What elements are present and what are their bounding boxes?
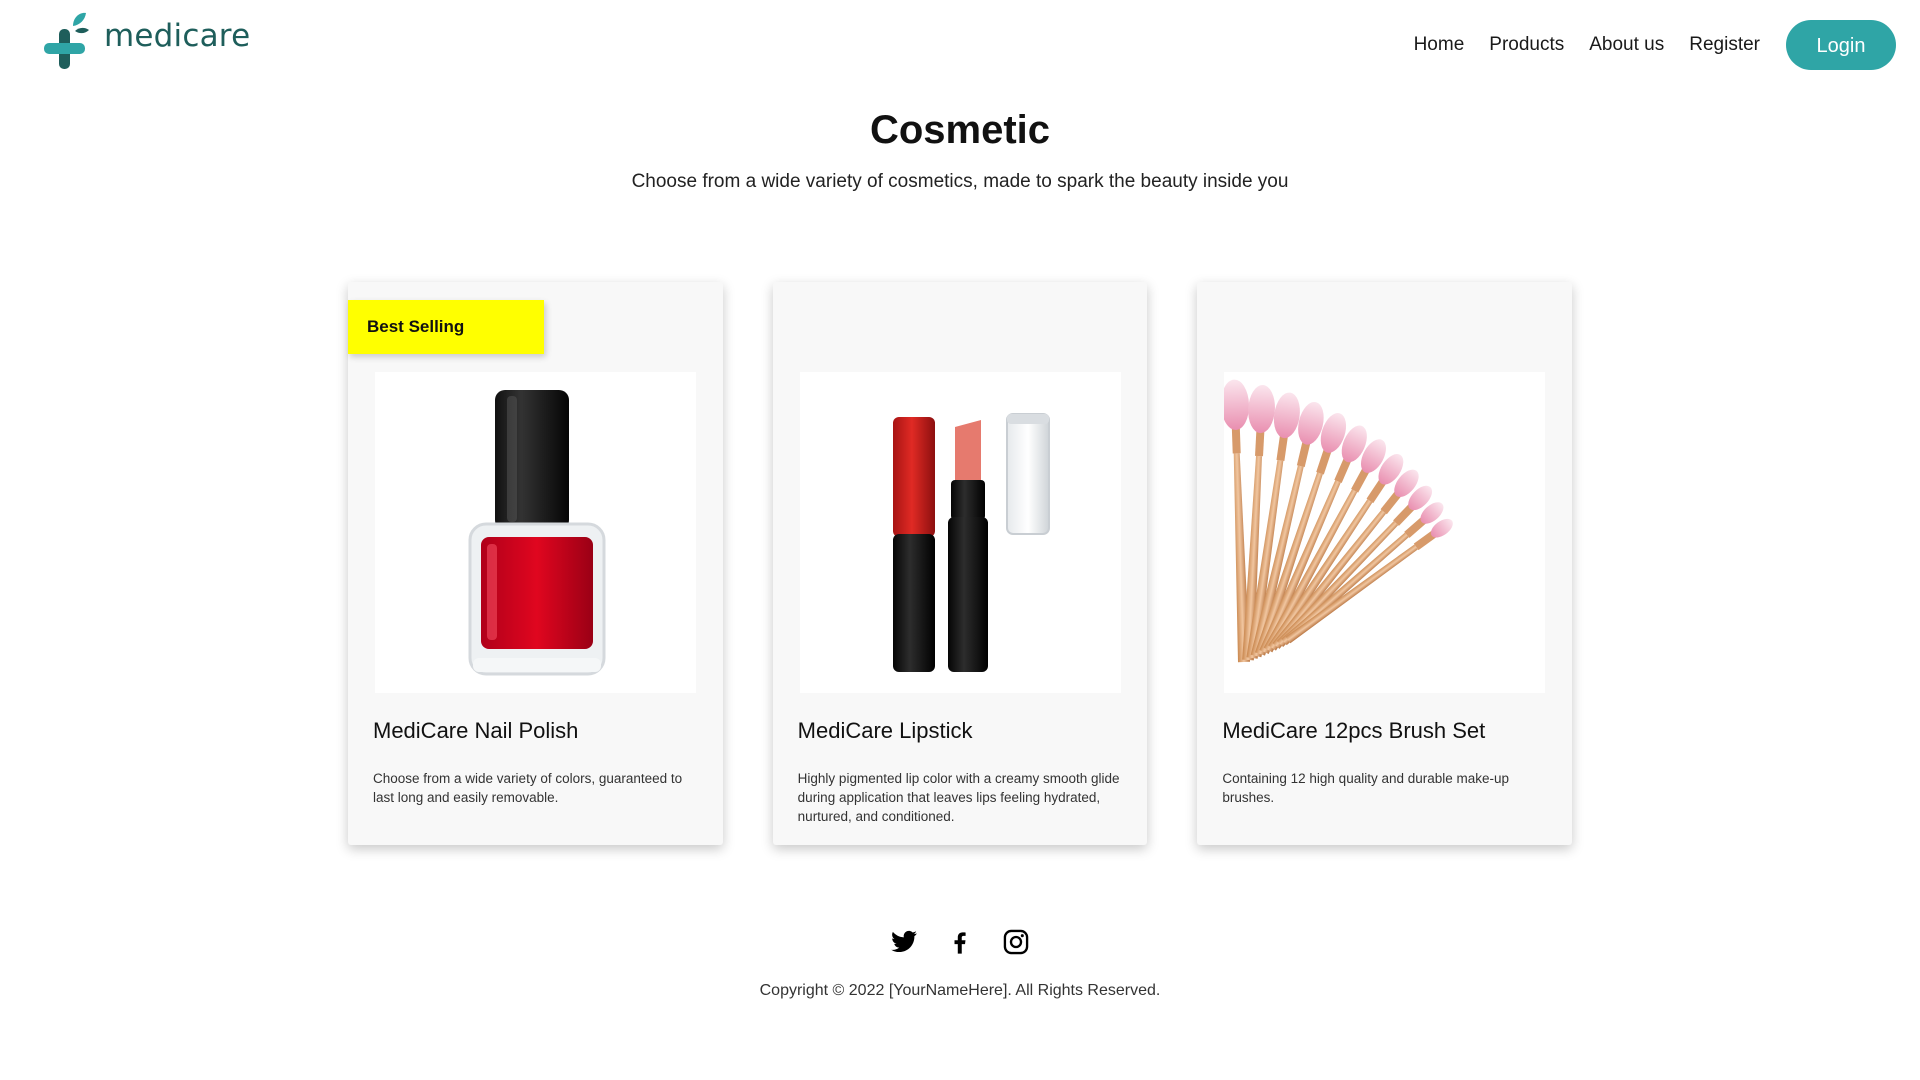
copyright-text: Copyright © 2022 [YourNameHere]. All Rig…	[759, 982, 1161, 999]
nail-polish-image	[375, 372, 696, 693]
page: medicare Home Products About us Register…	[0, 0, 1920, 1080]
product-title: MediCare Nail Polish	[373, 718, 579, 743]
logo[interactable]: medicare	[42, 12, 250, 72]
page-subtitle: Choose from a wide variety of cosmetics,…	[631, 171, 1289, 192]
nav-register[interactable]: Register	[1689, 34, 1760, 56]
best-selling-badge: Best Selling	[348, 300, 544, 354]
product-grid: Best Selling MediCare Nail Polish Choose…	[348, 282, 1573, 845]
main-nav: Home Products About us Register Login	[1414, 20, 1896, 70]
twitter-icon[interactable]	[890, 928, 918, 956]
nav-products[interactable]: Products	[1489, 34, 1564, 56]
product-card-brush-set[interactable]: MediCare 12pcs Brush Set Containing 12 h…	[1197, 282, 1573, 845]
facebook-icon[interactable]	[946, 928, 974, 956]
product-card-lipstick[interactable]: MediCare Lipstick Highly pigmented lip c…	[772, 282, 1148, 845]
logo-text: medicare	[104, 18, 251, 54]
product-description: Choose from a wide variety of colors, gu…	[373, 771, 683, 805]
page-title: Cosmetic	[869, 108, 1051, 152]
instagram-icon[interactable]	[1002, 928, 1030, 956]
product-card-nail-polish[interactable]: Best Selling MediCare Nail Polish Choose…	[348, 282, 723, 845]
social-links	[0, 928, 1920, 958]
nav-home[interactable]: Home	[1414, 34, 1465, 56]
login-button[interactable]: Login	[1786, 20, 1896, 70]
nav-about-us[interactable]: About us	[1589, 34, 1664, 56]
medical-cross-leaf-icon	[42, 12, 100, 72]
product-title: MediCare 12pcs Brush Set	[1222, 718, 1486, 743]
brush-set-image	[1224, 372, 1546, 693]
product-description: Containing 12 high quality and durable m…	[1222, 771, 1510, 805]
product-title: MediCare Lipstick	[797, 718, 973, 743]
product-description: Highly pigmented lip color with a creamy…	[797, 771, 1120, 824]
site-header: medicare Home Products About us Register…	[0, 0, 1920, 92]
lipstick-image	[799, 372, 1121, 693]
